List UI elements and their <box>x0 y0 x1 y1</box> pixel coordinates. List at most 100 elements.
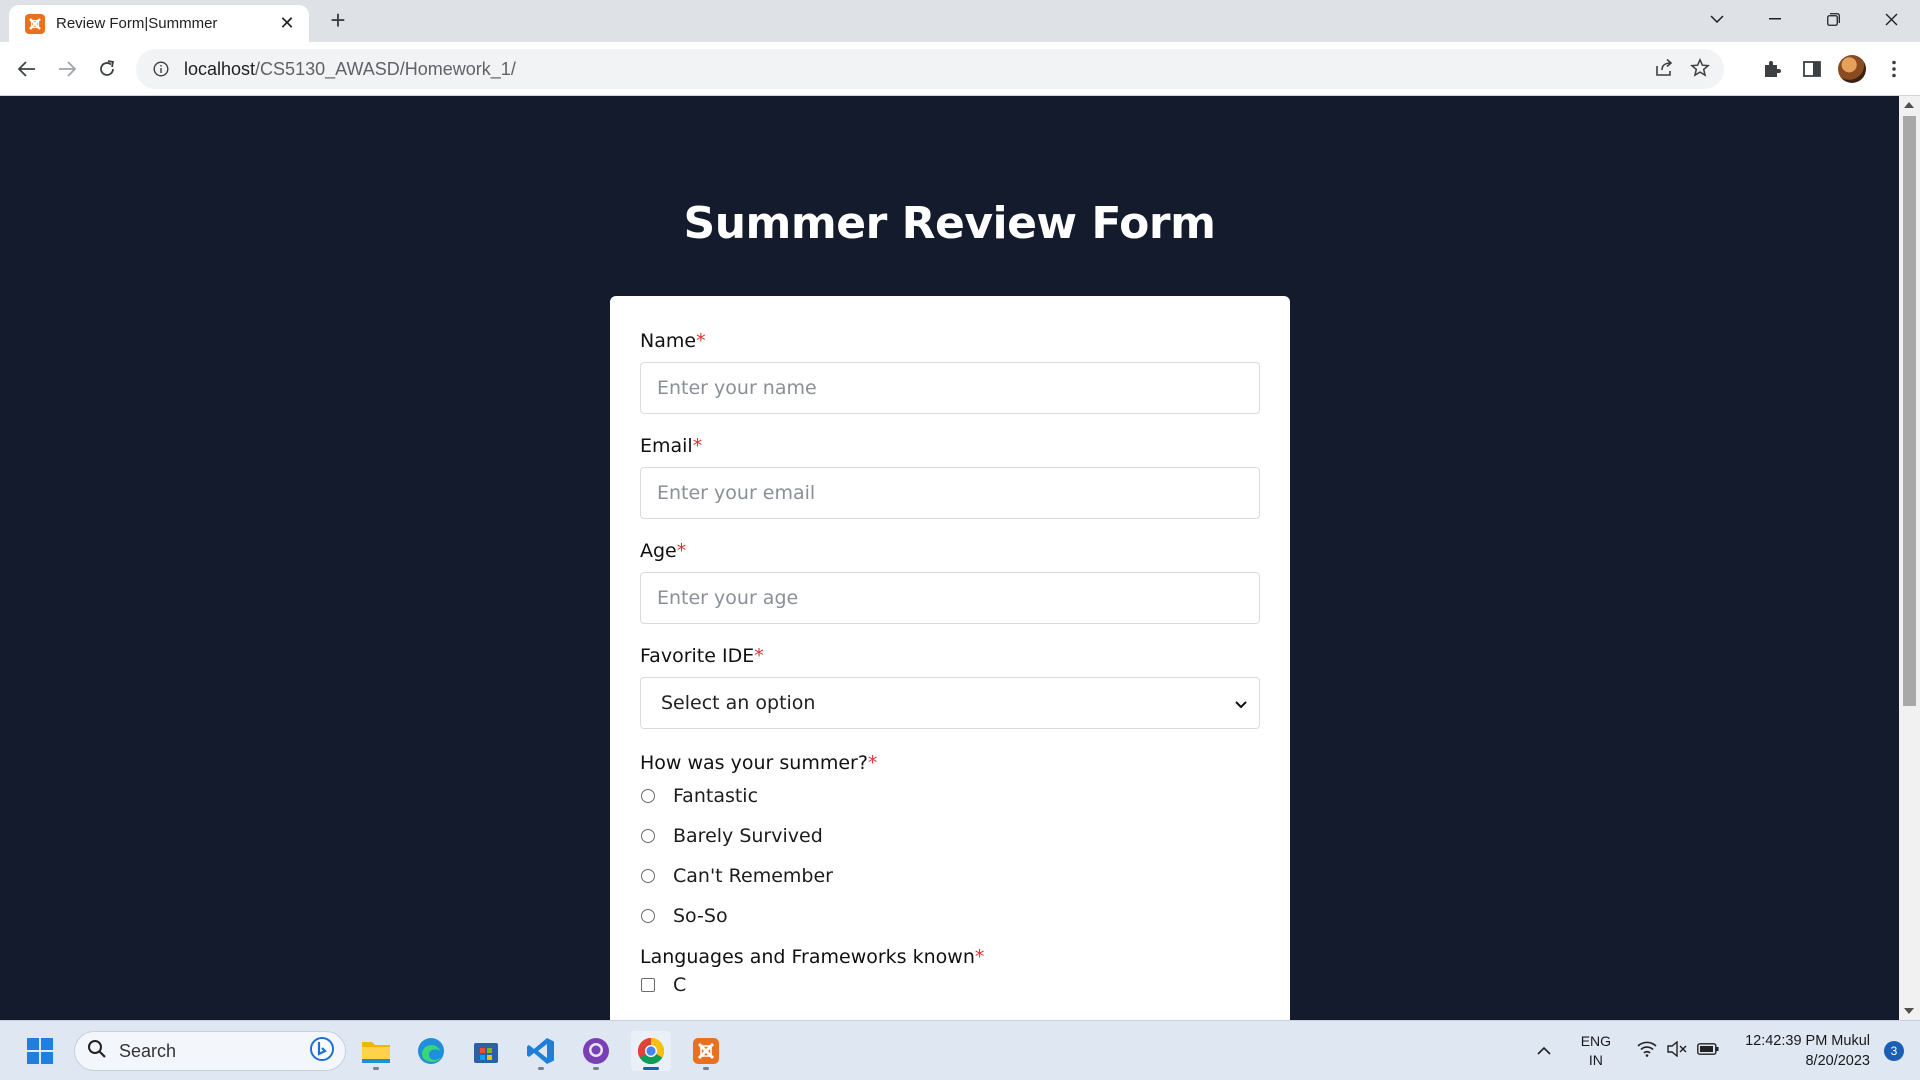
radio-option[interactable]: Fantastic <box>640 776 1260 816</box>
region-code: IN <box>1588 1052 1603 1068</box>
ide-select-value: Select an option <box>661 692 816 714</box>
age-label-text: Age <box>640 540 677 562</box>
radio-option[interactable]: So-So <box>640 896 1260 936</box>
required-asterisk: * <box>676 540 687 562</box>
required-asterisk: * <box>867 752 878 774</box>
ide-select[interactable]: Select an option <box>640 677 1260 729</box>
age-input[interactable] <box>640 572 1260 624</box>
radio-button[interactable] <box>641 829 655 843</box>
taskbar-clock[interactable]: 12:42:39 PM Mukul 8/20/2023 <box>1745 1031 1870 1071</box>
page-title: Summer Review Form <box>683 198 1216 249</box>
browser-tab-strip: Review Form|Summmer ✕ + <box>0 0 1920 42</box>
chrome-icon[interactable] <box>631 1031 671 1071</box>
chevron-down-icon <box>1235 692 1247 714</box>
radio-button[interactable] <box>641 789 655 803</box>
address-bar[interactable]: localhost/CS5130_AWASD/Homework_1/ <box>136 49 1724 89</box>
notification-badge[interactable]: 3 <box>1884 1041 1904 1061</box>
speaker-muted-icon[interactable] <box>1667 1040 1687 1062</box>
scrollbar-thumb[interactable] <box>1903 116 1916 706</box>
reload-icon[interactable] <box>92 54 122 84</box>
name-field-group: Name* <box>640 330 1260 414</box>
battery-icon[interactable] <box>1697 1042 1719 1060</box>
checkbox-option[interactable]: C <box>640 968 1260 1002</box>
show-hidden-icons-chevron-icon[interactable] <box>1537 1042 1551 1060</box>
radio-option-label: So-So <box>673 905 728 927</box>
search-placeholder: Search <box>119 1040 177 1061</box>
avatar <box>1838 55 1866 83</box>
radio-option[interactable]: Barely Survived <box>640 816 1260 856</box>
search-icon <box>87 1039 107 1064</box>
radio-option-label: Fantastic <box>673 785 759 807</box>
name-input[interactable] <box>640 362 1260 414</box>
summer-radio-group: How was your summer?* Fantastic Barely S… <box>640 752 1260 936</box>
required-asterisk: * <box>696 330 706 352</box>
system-tray: ENG IN 12:42:39 PM Mukul 8/20/2023 3 <box>1537 1021 1920 1080</box>
xampp-icon[interactable] <box>686 1031 726 1071</box>
minimize-button[interactable] <box>1746 0 1804 38</box>
running-indicator <box>373 1067 379 1070</box>
clock-time: 12:42:39 PM Mukul <box>1745 1033 1870 1049</box>
ide-label-text: Favorite IDE <box>640 645 755 667</box>
review-form: Name* Email* Age* Favorite IDE* Select a… <box>610 296 1290 1020</box>
tab-title: Review Form|Summmer <box>56 15 218 32</box>
radio-option[interactable]: Can't Remember <box>640 856 1260 896</box>
share-icon[interactable] <box>1654 58 1674 83</box>
url-path: /CS5130_AWASD/Homework_1/ <box>255 58 516 79</box>
tab-search-chevron-icon[interactable] <box>1688 0 1746 38</box>
scroll-down-arrow-icon[interactable] <box>1904 1008 1914 1014</box>
close-window-button[interactable] <box>1862 0 1920 38</box>
required-asterisk: * <box>754 645 764 667</box>
ide-label: Favorite IDE* <box>640 645 1260 667</box>
active-indicator <box>643 1067 659 1070</box>
profile-avatar[interactable] <box>1838 55 1866 83</box>
window-controls <box>1688 0 1920 38</box>
site-info-icon[interactable] <box>150 58 172 80</box>
email-label-text: Email <box>640 435 693 457</box>
vscode-icon[interactable] <box>521 1031 561 1071</box>
radio-option-label: Can't Remember <box>673 865 833 887</box>
name-label: Name* <box>640 330 1260 352</box>
taskbar-search-box[interactable]: Search <box>74 1031 346 1071</box>
file-explorer-icon[interactable] <box>356 1031 396 1071</box>
checkbox-option-label: C <box>673 974 687 996</box>
running-indicator <box>703 1067 709 1070</box>
age-field-group: Age* <box>640 540 1260 624</box>
radio-button[interactable] <box>641 869 655 883</box>
restore-button[interactable] <box>1804 0 1862 38</box>
extensions-puzzle-icon[interactable] <box>1758 55 1786 83</box>
chrome-menu-icon[interactable] <box>1880 55 1908 83</box>
required-asterisk: * <box>692 435 703 457</box>
checkbox[interactable] <box>641 978 655 992</box>
back-arrow-icon[interactable] <box>12 54 42 84</box>
radio-button[interactable] <box>641 909 655 923</box>
languages-label-text: Languages and Frameworks known <box>640 946 975 968</box>
browser-tab-active[interactable]: Review Form|Summmer ✕ <box>9 5 309 42</box>
github-desktop-icon[interactable] <box>576 1031 616 1071</box>
forward-arrow-icon[interactable] <box>52 54 82 84</box>
windows-start-icon[interactable] <box>20 1031 60 1071</box>
languages-label: Languages and Frameworks known* <box>640 946 1260 968</box>
microsoft-store-icon[interactable] <box>466 1031 506 1071</box>
summer-label: How was your summer?* <box>640 752 1260 774</box>
new-tab-button[interactable]: + <box>324 6 352 34</box>
tab-close-icon[interactable]: ✕ <box>277 13 297 34</box>
bing-icon <box>309 1036 335 1067</box>
age-label: Age* <box>640 540 1260 562</box>
wifi-icon[interactable] <box>1637 1041 1657 1062</box>
language-code: ENG <box>1580 1033 1612 1049</box>
email-field-group: Email* <box>640 435 1260 519</box>
clock-date: 8/20/2023 <box>1805 1053 1870 1069</box>
bookmark-star-icon[interactable] <box>1689 57 1711 83</box>
scroll-up-arrow-icon[interactable] <box>1904 102 1914 108</box>
page-viewport: Summer Review Form Name* Email* Age* Fav… <box>0 96 1899 1020</box>
edge-browser-icon[interactable] <box>411 1031 451 1071</box>
xampp-favicon-icon <box>25 13 45 34</box>
ide-field-group: Favorite IDE* Select an option <box>640 645 1260 729</box>
email-label: Email* <box>640 435 1260 457</box>
page-scrollbar[interactable] <box>1899 96 1920 1020</box>
email-input[interactable] <box>640 467 1260 519</box>
side-panel-icon[interactable] <box>1798 55 1826 83</box>
input-language-indicator[interactable]: ENG IN <box>1581 1032 1611 1070</box>
languages-checkbox-group: Languages and Frameworks known* C <box>640 946 1260 1002</box>
url-text: localhost/CS5130_AWASD/Homework_1/ <box>184 59 516 80</box>
